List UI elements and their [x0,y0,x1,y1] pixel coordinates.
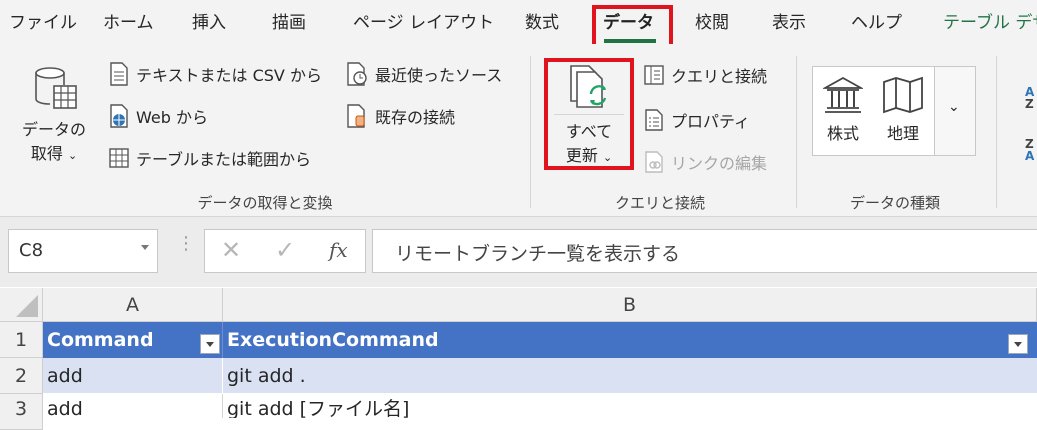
stocks-button[interactable]: 株式 [814,70,872,154]
from-text-csv-button[interactable]: テキストまたは CSV から [108,62,322,86]
name-box-value: C8 [19,240,44,261]
grip-handle-icon[interactable]: ⋮ [177,235,195,253]
chevron-down-icon: ⌄ [948,99,960,115]
name-box-dropdown-icon[interactable] [141,245,149,250]
data-types-more-button[interactable]: ⌄ [934,67,975,155]
group-divider [796,56,797,208]
table-header-label: Command [47,329,154,351]
row-header-3[interactable]: 3 [0,394,43,430]
sort-za-bottom-letter: A [1025,149,1035,163]
chevron-down-icon: ⌄ [67,149,78,162]
tab-home[interactable]: ホーム [103,8,154,38]
group-divider [996,56,997,208]
queries-connections-button[interactable]: クエリと接続 [643,63,767,87]
formula-input[interactable]: リモートブランチ一覧を表示する [372,229,1037,273]
tab-page-layout[interactable]: ページ レイアウト [353,8,494,38]
geography-label: 地理 [886,124,919,143]
sort-az-bottom-letter: Z [1025,97,1034,111]
table-cell[interactable]: git add [ファイル名] [223,394,1037,418]
get-data-button[interactable]: データの 取得 ⌄ [18,62,90,172]
group-label-get-transform: データの取得と変換 [197,194,333,212]
refresh-highlight-box [544,58,634,170]
formula-content: リモートブランチ一覧を表示する [395,243,681,265]
from-web-label: Web から [136,108,208,127]
formula-buttons: ✕ ✓ fx [204,229,366,273]
sort-descending-button[interactable]: Z A [1025,138,1037,162]
tab-review[interactable]: 校閲 [695,8,729,38]
from-text-csv-label: テキストまたは CSV から [136,66,322,85]
group-label-data-types: データの種類 [849,194,940,212]
row-header-1[interactable]: 1 [0,322,43,358]
edit-links-button[interactable]: リンクの編集 [643,150,767,174]
from-table-label: テーブルまたは範囲から [136,150,312,169]
row-header-2[interactable]: 2 [0,358,43,394]
ribbon-tabs: ファイル ホーム 挿入 描画 ページ レイアウト 数式 データ 校閲 表示 ヘル… [0,0,1037,44]
queries-panel-icon [644,65,664,85]
connection-file-icon [347,104,365,128]
bank-icon [823,76,863,113]
column-header-a[interactable]: A [43,288,223,322]
table-header-cell-command[interactable]: Command [43,322,223,358]
map-icon [883,76,923,114]
insert-function-icon[interactable]: fx [329,238,348,262]
filter-dropdown-icon[interactable] [1008,334,1028,354]
properties-label: プロパティ [671,112,751,131]
from-table-button[interactable]: テーブルまたは範囲から [108,146,311,170]
table-cell[interactable]: add [43,394,223,418]
web-globe-icon [110,104,128,128]
get-data-label-1: データの [21,120,86,139]
enter-check-icon[interactable]: ✓ [275,236,295,264]
existing-connections-button[interactable]: 既存の接続 [345,104,455,128]
queries-connections-label: クエリと接続 [671,67,768,86]
sort-ascending-button[interactable]: A Z [1025,86,1037,110]
table-cell[interactable]: git add . [223,358,1037,394]
from-web-button[interactable]: Web から [108,104,208,128]
recent-sources-button[interactable]: 最近使ったソース [345,62,502,86]
tab-file[interactable]: ファイル [9,8,77,38]
clock-file-icon [347,62,367,86]
tab-view[interactable]: 表示 [772,8,806,38]
properties-icon [645,109,663,131]
select-all-corner[interactable] [0,288,43,322]
group-divider [530,56,531,208]
filter-dropdown-icon[interactable] [200,334,220,354]
stocks-label: 株式 [826,124,859,143]
geography-button[interactable]: 地理 [874,70,932,154]
table-cell[interactable]: add [43,358,223,394]
table-range-icon [109,148,129,168]
tab-formulas[interactable]: 数式 [525,8,559,38]
get-data-label-2: 取得 [30,144,63,163]
cancel-icon[interactable]: ✕ [221,236,241,264]
text-file-icon [110,62,128,86]
name-box[interactable]: C8 [8,229,158,273]
group-label-queries: クエリと接続 [614,194,705,212]
edit-links-icon [645,151,663,173]
properties-button[interactable]: プロパティ [643,108,750,132]
tab-insert[interactable]: 挿入 [192,8,226,38]
tab-help[interactable]: ヘルプ [851,8,902,38]
existing-connections-label: 既存の接続 [375,108,456,127]
table-header-cell-executioncommand[interactable]: ExecutionCommand [223,322,1037,358]
edit-links-label: リンクの編集 [671,154,768,173]
database-table-icon [35,67,77,109]
select-all-triangle-icon [16,295,38,317]
tab-table-design[interactable]: テーブル デザ [943,8,1037,38]
column-header-b[interactable]: B [223,288,1037,322]
recent-sources-label: 最近使ったソース [375,66,503,85]
tab-draw[interactable]: 描画 [272,8,306,38]
table-header-label: ExecutionCommand [227,329,439,351]
